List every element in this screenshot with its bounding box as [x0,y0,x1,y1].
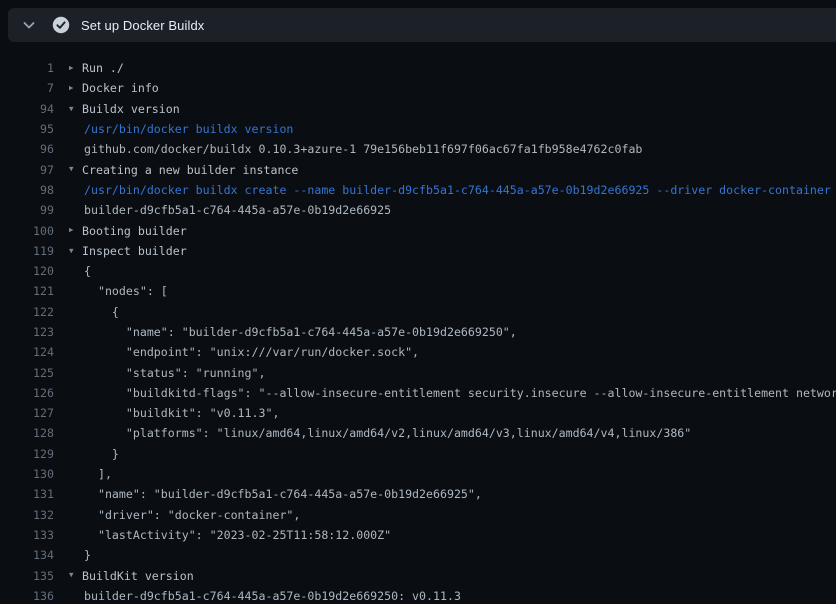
triangle-down-icon: ▼ [69,565,82,585]
log-line: 128 "platforms": "linux/amd64,linux/amd6… [0,423,836,443]
log-text: "status": "running", [84,366,265,380]
log-line: 131 "name": "builder-d9cfb5a1-c764-445a-… [0,484,836,504]
log-line: 126 "buildkitd-flags": "--allow-insecure… [0,383,836,403]
log-line: 120 { [0,261,836,281]
log-line: 122 { [0,302,836,322]
log-text: Inspect builder [82,244,187,258]
line-number[interactable]: 94 [0,102,54,116]
log-text: { [84,305,119,319]
triangle-right-icon: ▶ [69,220,82,240]
log-group-header[interactable]: 119 ▼ Inspect builder [0,241,836,261]
log-group-header[interactable]: 1 ▶ Run ./ [0,58,836,78]
log-line: 134 } [0,545,836,565]
log-text: BuildKit version [82,569,194,583]
log-group-header[interactable]: 100 ▶ Booting builder [0,220,836,240]
log-line: 121 "nodes": [ [0,281,836,301]
log-text: "driver": "docker-container", [84,508,300,522]
line-number[interactable]: 134 [0,548,54,562]
log-line: 125 "status": "running", [0,362,836,382]
log-line: 99 builder-d9cfb5a1-c764-445a-a57e-0b19d… [0,200,836,220]
triangle-down-icon: ▼ [69,99,82,119]
log-text: builder-d9cfb5a1-c764-445a-a57e-0b19d2e6… [84,589,461,603]
line-number[interactable]: 126 [0,386,54,400]
line-number[interactable]: 121 [0,284,54,298]
log-text: "nodes": [ [84,284,168,298]
check-circle-icon [52,16,70,34]
log-line: 124 "endpoint": "unix:///var/run/docker.… [0,342,836,362]
line-number[interactable]: 133 [0,528,54,542]
log-text: "buildkitd-flags": "--allow-insecure-ent… [84,386,836,400]
log-text: Creating a new builder instance [82,163,298,177]
line-number[interactable]: 119 [0,244,54,258]
triangle-right-icon: ▶ [69,78,82,98]
line-number[interactable]: 125 [0,366,54,380]
line-number[interactable]: 96 [0,142,54,156]
log-line: 98 /usr/bin/docker buildx create --name … [0,180,836,200]
log-text: "buildkit": "v0.11.3", [84,406,279,420]
log-text: Run ./ [82,61,124,75]
log-line: 133 "lastActivity": "2023-02-25T11:58:12… [0,525,836,545]
log-line: 96 github.com/docker/buildx 0.10.3+azure… [0,139,836,159]
log-text: "name": "builder-d9cfb5a1-c764-445a-a57e… [84,487,482,501]
log-group-header[interactable]: 7 ▶ Docker info [0,78,836,98]
line-number[interactable]: 98 [0,183,54,197]
line-number[interactable]: 127 [0,406,54,420]
log-text: "lastActivity": "2023-02-25T11:58:12.000… [84,528,391,542]
log-text: /usr/bin/docker buildx create --name bui… [84,183,831,197]
line-number[interactable]: 136 [0,589,54,603]
line-number[interactable]: 122 [0,305,54,319]
line-number[interactable]: 1 [0,61,54,75]
log-text: "name": "builder-d9cfb5a1-c764-445a-a57e… [84,325,517,339]
log-line: 95 /usr/bin/docker buildx version [0,119,836,139]
triangle-down-icon: ▼ [69,159,82,179]
log-text: "endpoint": "unix:///var/run/docker.sock… [84,345,419,359]
step-header[interactable]: Set up Docker Buildx [8,8,836,42]
triangle-down-icon: ▼ [69,241,82,261]
line-number[interactable]: 95 [0,122,54,136]
log-text: /usr/bin/docker buildx version [84,122,293,136]
triangle-right-icon: ▶ [69,58,82,78]
line-number[interactable]: 131 [0,487,54,501]
line-number[interactable]: 128 [0,426,54,440]
log-text: ], [84,467,112,481]
log-group-header[interactable]: 97 ▼ Creating a new builder instance [0,159,836,179]
line-number[interactable]: 120 [0,264,54,278]
line-number[interactable]: 97 [0,163,54,177]
log-text: } [84,447,119,461]
log-text: "platforms": "linux/amd64,linux/amd64/v2… [84,426,691,440]
line-number[interactable]: 7 [0,81,54,95]
line-number[interactable]: 130 [0,467,54,481]
log-group-header[interactable]: 94 ▼ Buildx version [0,99,836,119]
chevron-down-icon[interactable] [21,17,37,33]
log-line: 129 } [0,444,836,464]
log-text: Docker info [82,81,159,95]
log-line: 127 "buildkit": "v0.11.3", [0,403,836,423]
step-title: Set up Docker Buildx [81,18,204,33]
line-number[interactable]: 135 [0,569,54,583]
log-lines: 1 ▶ Run ./ 7 ▶ Docker info 94 ▼ Buildx v… [0,42,836,604]
log-line: 132 "driver": "docker-container", [0,505,836,525]
line-number[interactable]: 99 [0,203,54,217]
log-text: github.com/docker/buildx 0.10.3+azure-1 … [84,142,642,156]
line-number[interactable]: 129 [0,447,54,461]
log-text: Buildx version [82,102,180,116]
log-line: 130 ], [0,464,836,484]
line-number[interactable]: 124 [0,345,54,359]
line-number[interactable]: 123 [0,325,54,339]
log-line: 123 "name": "builder-d9cfb5a1-c764-445a-… [0,322,836,342]
log-group-header[interactable]: 135 ▼ BuildKit version [0,565,836,585]
log-line: 136 builder-d9cfb5a1-c764-445a-a57e-0b19… [0,586,836,604]
log-text: { [84,264,91,278]
log-text: Booting builder [82,224,187,238]
log-text: } [84,548,91,562]
log-text: builder-d9cfb5a1-c764-445a-a57e-0b19d2e6… [84,203,391,217]
line-number[interactable]: 100 [0,224,54,238]
line-number[interactable]: 132 [0,508,54,522]
